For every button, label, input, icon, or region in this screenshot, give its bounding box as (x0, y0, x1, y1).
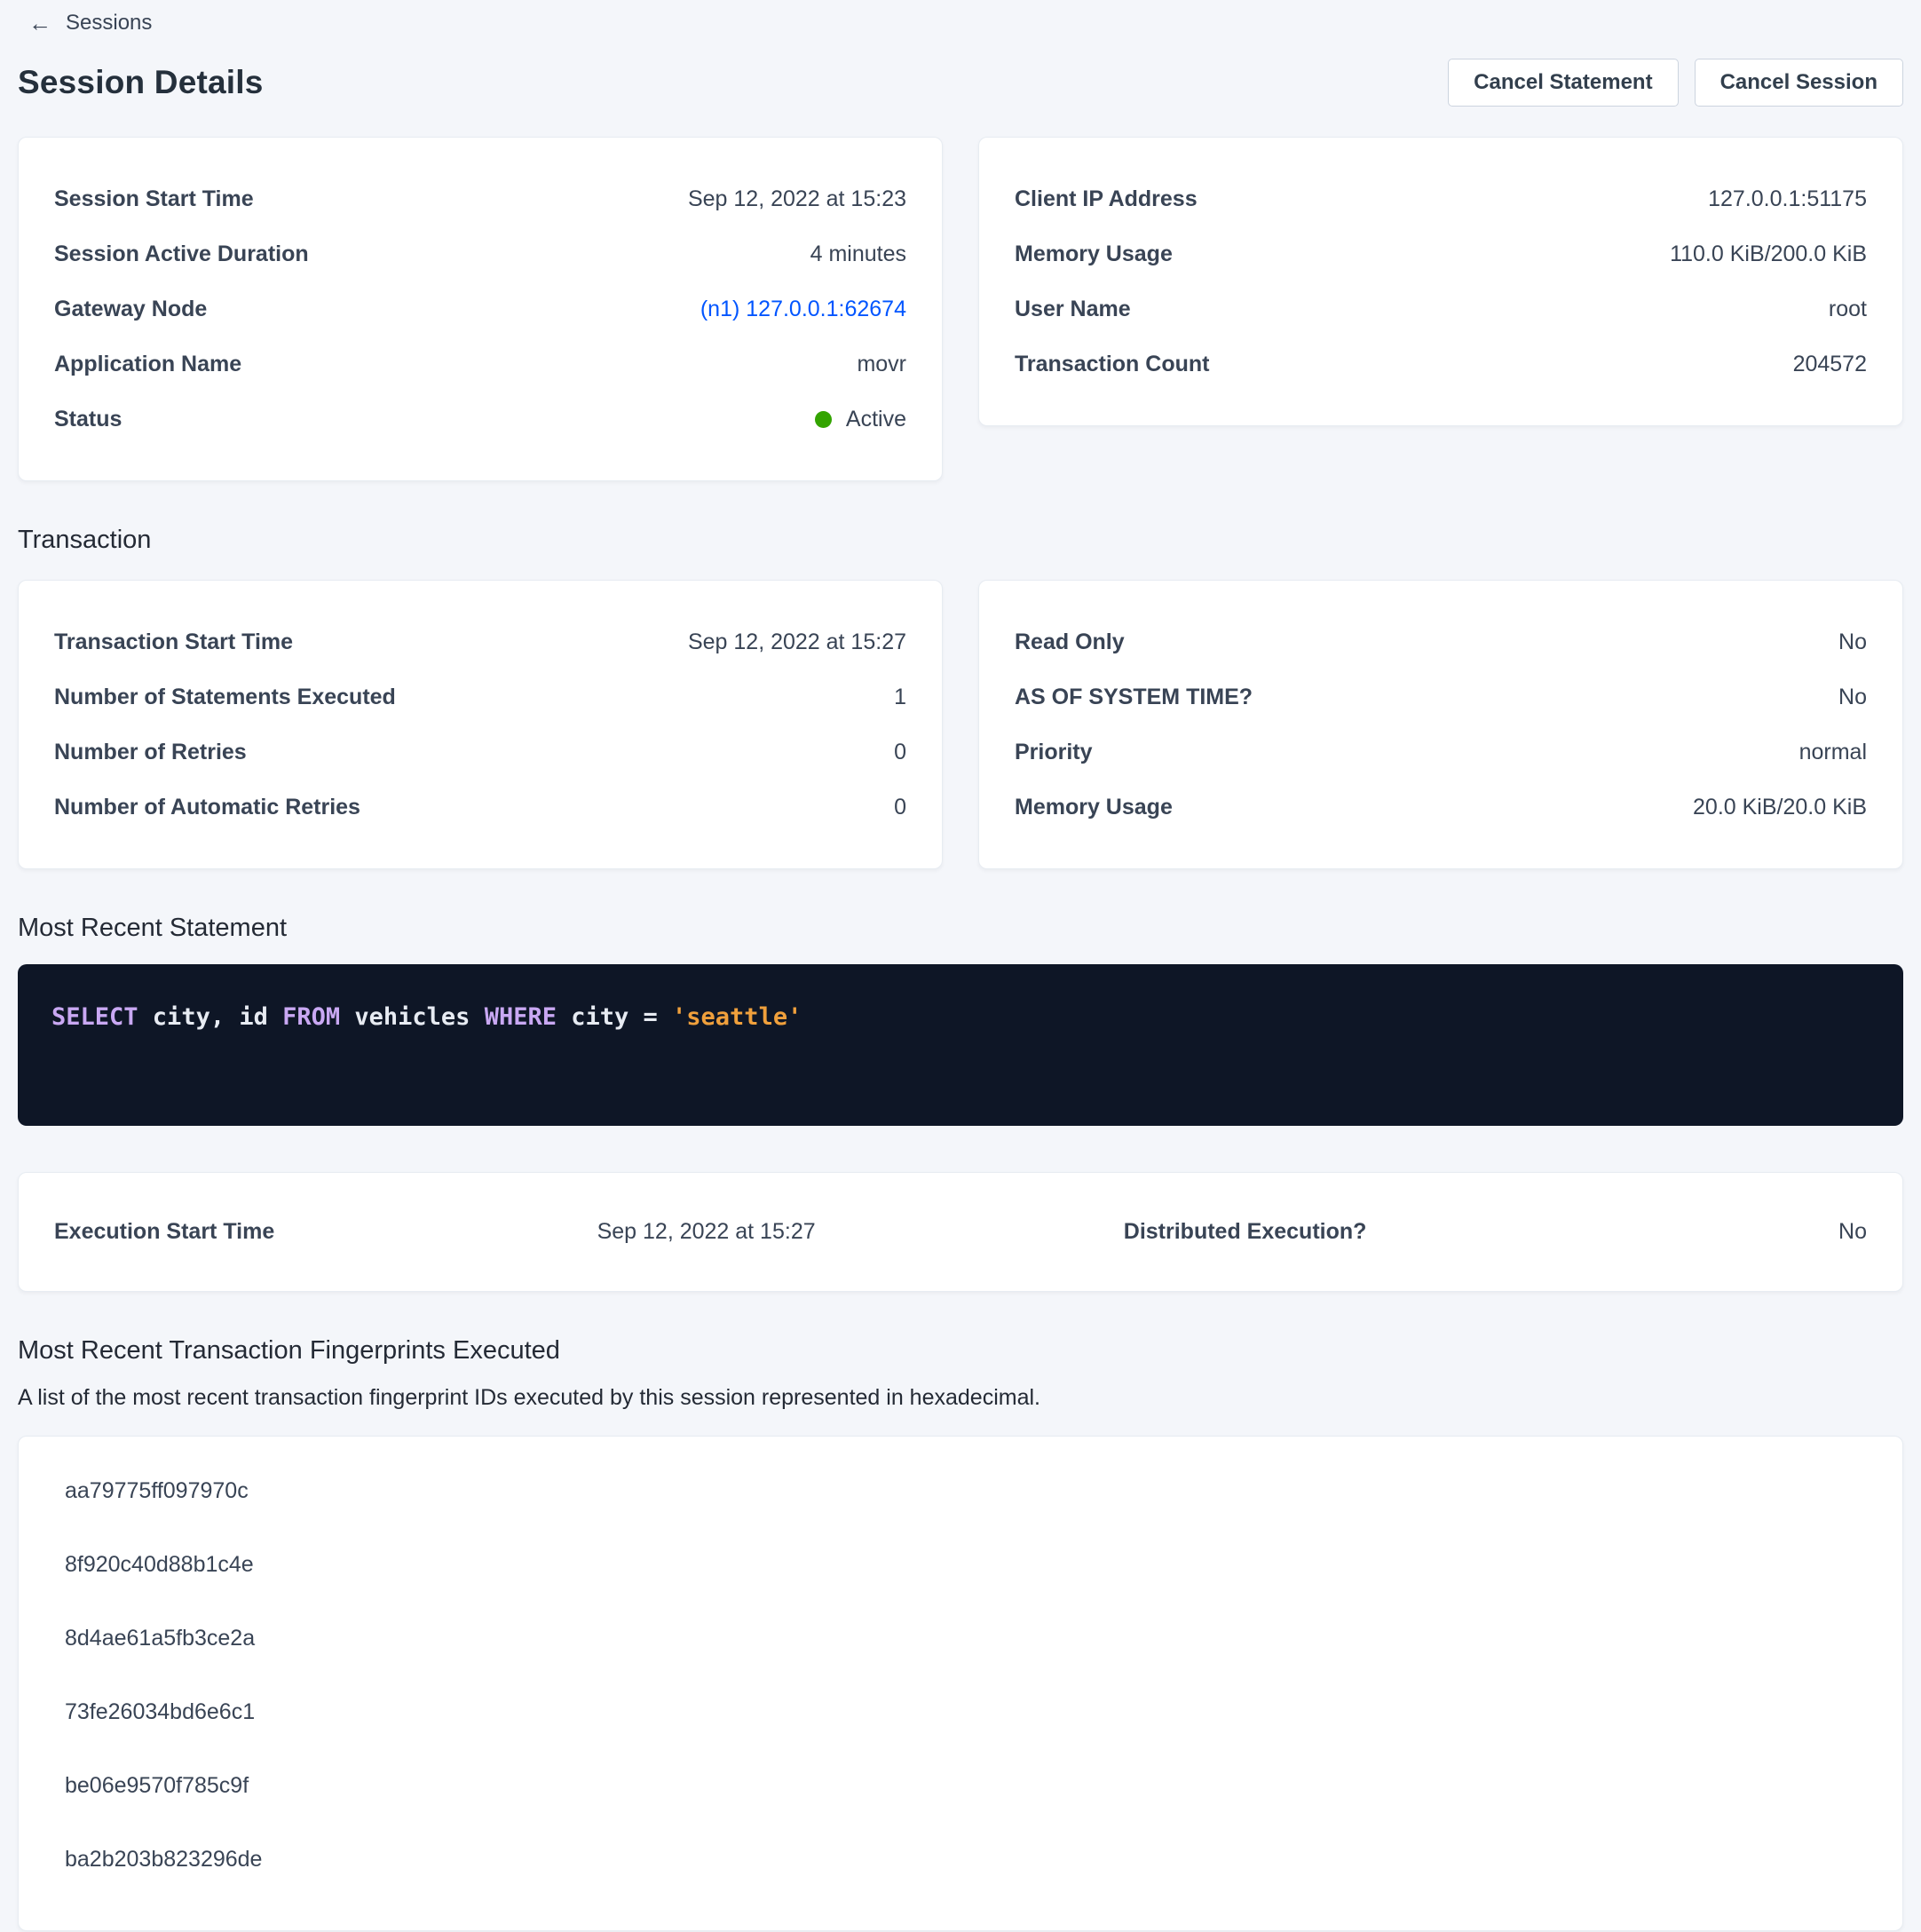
sql-text: city, id (138, 1003, 283, 1031)
kv-label: User Name (1015, 297, 1131, 322)
kv-row-execution-start-time: Execution Start Time Sep 12, 2022 at 15:… (54, 1219, 816, 1245)
kv-label: Number of Automatic Retries (54, 795, 360, 820)
kv-value: No (1838, 1219, 1867, 1245)
fingerprint-item: aa79775ff097970c (65, 1454, 1867, 1528)
kv-label: Session Active Duration (54, 242, 309, 267)
sql-keyword: SELECT (51, 1003, 138, 1031)
kv-label: Status (54, 407, 122, 432)
kv-value: 0 (894, 795, 906, 820)
header-actions: Cancel Statement Cancel Session (1448, 59, 1903, 107)
kv-label: Number of Statements Executed (54, 685, 396, 710)
breadcrumb-label: Sessions (66, 11, 152, 36)
kv-label: Distributed Execution? (1124, 1219, 1367, 1245)
kv-row-priority: Priority normal (1015, 724, 1867, 780)
sql-string-literal: 'seattle' (672, 1003, 802, 1031)
back-to-sessions-link[interactable]: ← Sessions (28, 11, 152, 36)
kv-value: 4 minutes (810, 242, 906, 267)
kv-value: movr (857, 352, 906, 377)
session-details-page: ← Sessions Session Details Cancel Statem… (0, 0, 1921, 1931)
kv-value: 20.0 KiB/20.0 KiB (1693, 795, 1867, 820)
kv-value: root (1829, 297, 1867, 322)
kv-value: Sep 12, 2022 at 15:27 (597, 1219, 816, 1245)
fingerprint-item: 73fe26034bd6e6c1 (65, 1675, 1867, 1749)
fingerprints-description: A list of the most recent transaction fi… (18, 1385, 1903, 1411)
status-text: Active (846, 407, 906, 432)
kv-label: Application Name (54, 352, 241, 377)
transaction-card-right: Read Only No AS OF SYSTEM TIME? No Prior… (978, 580, 1903, 869)
kv-row-as-of-system-time: AS OF SYSTEM TIME? No (1015, 669, 1867, 724)
kv-row-read-only: Read Only No (1015, 614, 1867, 669)
session-details-card-right: Client IP Address 127.0.0.1:51175 Memory… (978, 137, 1903, 426)
transaction-cards: Transaction Start Time Sep 12, 2022 at 1… (18, 580, 1903, 869)
kv-label: Read Only (1015, 629, 1125, 655)
kv-label: Execution Start Time (54, 1219, 274, 1245)
fingerprint-item: be06e9570f785c9f (65, 1749, 1867, 1823)
kv-row-number-of-retries: Number of Retries 0 (54, 724, 906, 780)
kv-label: Transaction Count (1015, 352, 1209, 377)
session-status: Active (815, 407, 906, 432)
kv-row-application-name: Application Name movr (54, 337, 906, 392)
statement-execution-card: Execution Start Time Sep 12, 2022 at 15:… (18, 1172, 1903, 1292)
cancel-statement-button[interactable]: Cancel Statement (1448, 59, 1678, 107)
kv-label: Memory Usage (1015, 795, 1173, 820)
kv-row-transaction-start-time: Transaction Start Time Sep 12, 2022 at 1… (54, 614, 906, 669)
kv-row-statements-executed: Number of Statements Executed 1 (54, 669, 906, 724)
gateway-node-link[interactable]: (n1) 127.0.0.1:62674 (700, 297, 906, 322)
sql-keyword: FROM (282, 1003, 340, 1031)
kv-value: normal (1799, 740, 1867, 765)
sql-statement-box: SELECT city, id FROM vehicles WHERE city… (18, 964, 1903, 1126)
sql-keyword: WHERE (485, 1003, 557, 1031)
kv-row-session-start-time: Session Start Time Sep 12, 2022 at 15:23 (54, 171, 906, 226)
kv-label: Priority (1015, 740, 1093, 765)
kv-label: Session Start Time (54, 186, 254, 212)
kv-label: AS OF SYSTEM TIME? (1015, 685, 1253, 710)
transaction-card-left: Transaction Start Time Sep 12, 2022 at 1… (18, 580, 943, 869)
kv-value: Sep 12, 2022 at 15:27 (688, 629, 906, 655)
kv-label: Transaction Start Time (54, 629, 293, 655)
session-details-card-left: Session Start Time Sep 12, 2022 at 15:23… (18, 137, 943, 481)
sql-text: city = (557, 1003, 672, 1031)
kv-row-user-name: User Name root (1015, 281, 1867, 337)
kv-label: Number of Retries (54, 740, 247, 765)
status-active-dot-icon (815, 411, 832, 428)
kv-row-txn-memory-usage: Memory Usage 20.0 KiB/20.0 KiB (1015, 780, 1867, 835)
fingerprint-item: 8d4ae61a5fb3ce2a (65, 1602, 1867, 1675)
fingerprint-item: 8f920c40d88b1c4e (65, 1528, 1867, 1602)
kv-value: 1 (894, 685, 906, 710)
back-arrow-icon: ← (28, 12, 51, 35)
sql-text: vehicles (340, 1003, 485, 1031)
fingerprint-item: ba2b203b823296de (65, 1823, 1867, 1896)
kv-label: Memory Usage (1015, 242, 1173, 267)
kv-label: Gateway Node (54, 297, 207, 322)
kv-row-transaction-count: Transaction Count 204572 (1015, 337, 1867, 392)
kv-label: Client IP Address (1015, 186, 1198, 212)
kv-value: No (1838, 629, 1867, 655)
kv-row-status: Status Active (54, 392, 906, 447)
transaction-section-heading: Transaction (18, 526, 1903, 555)
kv-value: 127.0.0.1:51175 (1708, 186, 1867, 212)
session-overview-cards: Session Start Time Sep 12, 2022 at 15:23… (18, 137, 1903, 481)
page-header: Session Details Cancel Statement Cancel … (18, 59, 1903, 107)
fingerprints-card: aa79775ff097970c 8f920c40d88b1c4e 8d4ae6… (18, 1436, 1903, 1931)
kv-row-gateway-node: Gateway Node (n1) 127.0.0.1:62674 (54, 281, 906, 337)
kv-row-distributed-execution: Distributed Execution? No (1124, 1219, 1867, 1245)
fingerprints-section-heading: Most Recent Transaction Fingerprints Exe… (18, 1336, 1903, 1366)
page-title: Session Details (18, 64, 264, 101)
most-recent-statement-heading: Most Recent Statement (18, 914, 1903, 943)
kv-row-session-active-duration: Session Active Duration 4 minutes (54, 226, 906, 281)
kv-value: 204572 (1793, 352, 1867, 377)
kv-value: No (1838, 685, 1867, 710)
cancel-session-button[interactable]: Cancel Session (1695, 59, 1903, 107)
kv-value: 110.0 KiB/200.0 KiB (1670, 242, 1867, 267)
kv-value: Sep 12, 2022 at 15:23 (688, 186, 906, 212)
kv-row-client-ip: Client IP Address 127.0.0.1:51175 (1015, 171, 1867, 226)
kv-row-automatic-retries: Number of Automatic Retries 0 (54, 780, 906, 835)
kv-row-memory-usage: Memory Usage 110.0 KiB/200.0 KiB (1015, 226, 1867, 281)
kv-value: 0 (894, 740, 906, 765)
